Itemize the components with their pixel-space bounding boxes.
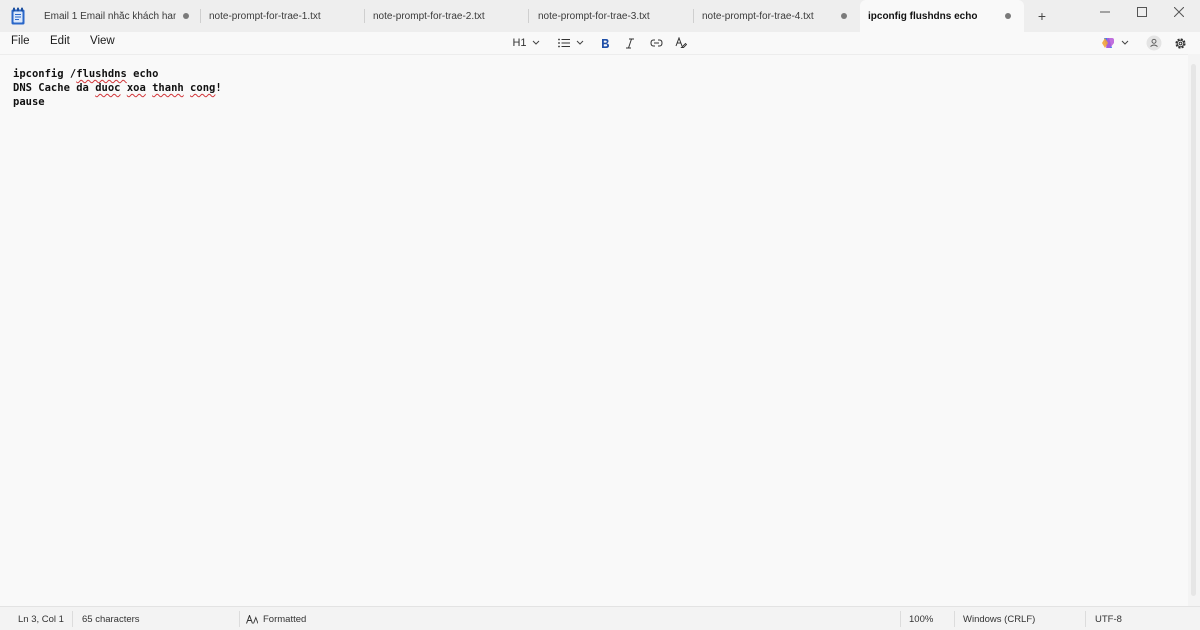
misspelled-word: flushdns xyxy=(76,68,127,80)
menu-view[interactable]: View xyxy=(90,35,115,47)
text-run: echo xyxy=(126,68,159,80)
status-separator xyxy=(239,611,240,627)
maximize-icon xyxy=(1137,7,1147,17)
link-icon xyxy=(649,39,663,47)
account-button[interactable] xyxy=(1145,34,1162,52)
tab-label: note-prompt-for-trae-1.txt xyxy=(209,10,321,22)
status-bar: Ln 3, Col 1 65 characters Formatted 100%… xyxy=(0,606,1200,630)
clear-format-button[interactable] xyxy=(673,34,689,52)
format-toggle[interactable]: Formatted xyxy=(246,614,306,625)
editor-line[interactable]: ipconfig /flushdns echo xyxy=(13,67,222,81)
heading-dropdown[interactable]: H1 xyxy=(510,34,542,52)
list-dropdown[interactable] xyxy=(556,34,586,52)
text-editor[interactable]: ipconfig /flushdns echo DNS Cache da duoc… xyxy=(0,54,1188,606)
tab-note-prompt-4[interactable]: note-prompt-for-trae-4.txt xyxy=(693,0,858,32)
status-separator xyxy=(1085,611,1086,627)
tab-label: note-prompt-for-trae-4.txt xyxy=(702,10,814,22)
misspelled-word: thanh xyxy=(152,82,184,94)
status-separator xyxy=(954,611,955,627)
format-label: Formatted xyxy=(263,614,307,625)
vertical-scrollbar[interactable] xyxy=(1188,54,1200,606)
italic-button[interactable] xyxy=(622,34,638,52)
chevron-down-icon xyxy=(532,40,539,45)
text-run: ipconfig / xyxy=(13,68,77,80)
tab-label: note-prompt-for-trae-3.txt xyxy=(538,10,650,22)
scrollbar-thumb[interactable] xyxy=(1191,64,1196,596)
bold-button[interactable] xyxy=(597,34,613,52)
editor-content[interactable]: ipconfig /flushdns echo DNS Cache da duoc… xyxy=(13,67,222,109)
encoding[interactable]: UTF-8 xyxy=(1095,614,1122,625)
menu-file[interactable]: File xyxy=(11,35,30,47)
minimize-button[interactable] xyxy=(1087,0,1123,24)
editor-line[interactable]: DNS Cache da duoc xoa thanh cong! xyxy=(13,81,222,95)
heading-label: H1 xyxy=(512,37,527,49)
misspelled-word: xoa xyxy=(126,82,146,94)
editor-line[interactable]: pause xyxy=(13,95,222,109)
cursor-position[interactable]: Ln 3, Col 1 xyxy=(18,614,64,625)
clear-format-icon xyxy=(675,37,687,48)
menu-bar: File Edit View H1 xyxy=(0,32,1200,54)
status-separator xyxy=(72,611,73,627)
tab-ipconfig-flushdns[interactable]: ipconfig flushdns echo xyxy=(860,0,1024,32)
zoom-level[interactable]: 100% xyxy=(909,614,933,625)
tab-note-prompt-3[interactable]: note-prompt-for-trae-3.txt xyxy=(528,0,693,32)
chevron-down-icon xyxy=(576,40,584,45)
unsaved-dot-icon xyxy=(841,13,847,19)
tab-note-prompt-2[interactable]: note-prompt-for-trae-2.txt xyxy=(364,0,528,32)
account-icon xyxy=(1146,35,1161,51)
maximize-button[interactable] xyxy=(1124,0,1160,24)
text-run: pause xyxy=(13,96,45,108)
text-run: DNS Cache da xyxy=(13,82,96,94)
bold-icon xyxy=(602,38,609,48)
line-ending[interactable]: Windows (CRLF) xyxy=(963,614,1035,625)
notepad-icon xyxy=(11,7,25,25)
menu-edit[interactable]: Edit xyxy=(50,35,70,47)
text-run: ! xyxy=(215,82,222,94)
minimize-icon xyxy=(1100,11,1110,13)
format-icon xyxy=(246,615,258,624)
close-window-button[interactable] xyxy=(1161,0,1197,24)
italic-icon xyxy=(626,38,634,48)
status-separator xyxy=(900,611,901,627)
new-tab-button[interactable]: + xyxy=(1034,8,1050,24)
misspelled-word: cong xyxy=(190,82,216,94)
unsaved-dot-icon xyxy=(183,13,189,19)
gear-icon xyxy=(1174,37,1186,49)
unsaved-dot-icon[interactable] xyxy=(1005,13,1011,19)
chevron-down-icon xyxy=(1121,40,1129,45)
character-count: 65 characters xyxy=(82,614,140,625)
tab-label: note-prompt-for-trae-2.txt xyxy=(373,10,485,22)
tab-note-prompt-1[interactable]: note-prompt-for-trae-1.txt xyxy=(200,0,364,32)
list-icon xyxy=(558,38,570,48)
link-button[interactable] xyxy=(647,34,665,52)
settings-button[interactable] xyxy=(1172,34,1188,52)
tab-label: ipconfig flushdns echo xyxy=(868,10,978,22)
title-bar: Email 1 Email nhắc khách hang note-promp… xyxy=(0,0,1200,32)
copilot-icon xyxy=(1102,38,1114,48)
close-icon xyxy=(1174,7,1184,17)
copilot-dropdown[interactable] xyxy=(1099,34,1131,52)
tab-label: Email 1 Email nhắc khách hang xyxy=(44,10,176,22)
misspelled-word: duoc xyxy=(95,82,121,94)
tab-email-1[interactable]: Email 1 Email nhắc khách hang xyxy=(36,0,198,32)
